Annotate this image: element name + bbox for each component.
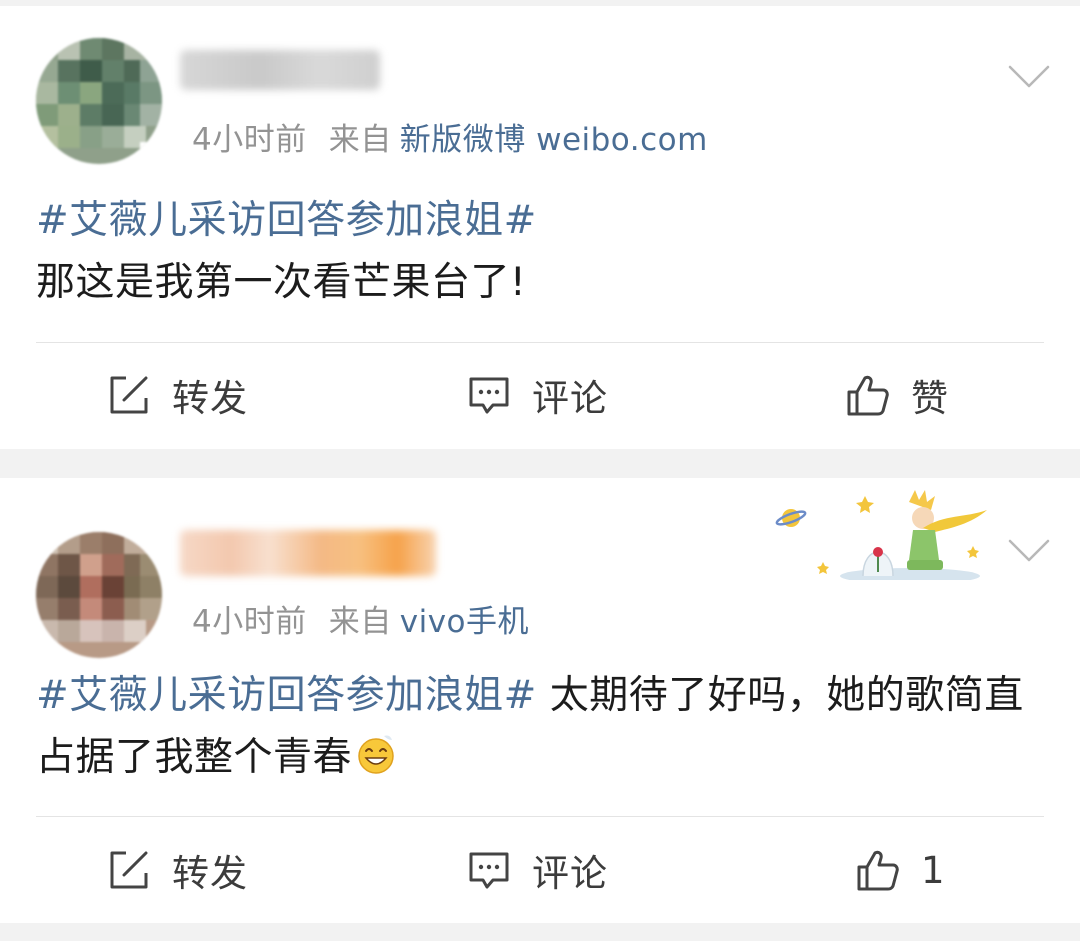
source-link[interactable]: 新版微博 weibo.com bbox=[400, 122, 708, 158]
comment-bubble-icon bbox=[469, 377, 509, 414]
comment-button[interactable]: 评论 bbox=[466, 370, 608, 420]
repost-button[interactable]: 转发 bbox=[106, 370, 248, 420]
chevron-down-icon[interactable] bbox=[1007, 538, 1051, 564]
hashtag-link[interactable]: #艾薇儿采访回答参加浪姐# bbox=[36, 198, 537, 243]
comment-label: 评论 bbox=[532, 377, 608, 420]
post-text: 那这是我第一次看芒果台了! bbox=[36, 260, 527, 305]
avatar[interactable] bbox=[36, 38, 162, 164]
edit-box-icon bbox=[110, 851, 148, 889]
grinning-face-emoji bbox=[358, 735, 394, 774]
source-label: 来自 bbox=[328, 122, 392, 158]
post-card[interactable]: 4小时前 来自 新版微博 weibo.com #艾薇儿采访回答参加浪姐# 那这是我第… bbox=[0, 6, 1080, 449]
source-link[interactable]: vivo手机 bbox=[400, 604, 529, 640]
post-body: #艾薇儿采访回答参加浪姐# 那这是我第一次看芒果台了! bbox=[36, 190, 1046, 314]
post-time: 4小时前 bbox=[192, 122, 307, 158]
post-body: #艾薇儿采访回答参加浪姐# 太期待了好吗，她的歌简直占据了我整个青春 bbox=[36, 665, 1046, 789]
thumbs-up-icon bbox=[857, 850, 899, 891]
post-meta: 4小时前 来自 新版微博 weibo.com bbox=[192, 114, 708, 159]
repost-label: 转发 bbox=[172, 377, 248, 420]
source-label: 来自 bbox=[328, 604, 392, 640]
comment-button[interactable]: 评论 bbox=[466, 845, 608, 895]
post-card[interactable]: 4小时前 来自 vivo手机 #艾薇儿采访回答参加浪姐# 太期待了好吗，她的歌简直占… bbox=[0, 478, 1080, 923]
hashtag-link[interactable]: #艾薇儿采访回答参加浪姐# bbox=[36, 673, 537, 718]
avatar[interactable] bbox=[36, 532, 162, 658]
repost-label: 转发 bbox=[172, 852, 248, 895]
chevron-down-icon[interactable] bbox=[1007, 64, 1051, 90]
like-count: 1 bbox=[921, 848, 946, 892]
repost-button[interactable]: 转发 bbox=[106, 845, 248, 895]
divider bbox=[36, 342, 1044, 343]
feed-gap bbox=[0, 923, 1080, 941]
edit-box-icon bbox=[110, 376, 148, 414]
username[interactable] bbox=[180, 530, 436, 576]
post-meta: 4小时前 来自 vivo手机 bbox=[192, 596, 529, 641]
thumbs-up-icon bbox=[847, 375, 889, 416]
comment-bubble-icon bbox=[469, 852, 509, 889]
like-button[interactable]: 赞 bbox=[845, 370, 949, 420]
decoration-illustration bbox=[775, 490, 987, 580]
divider bbox=[36, 816, 1044, 817]
like-button[interactable]: 1 bbox=[855, 845, 946, 895]
like-label: 赞 bbox=[911, 377, 949, 420]
comment-label: 评论 bbox=[532, 852, 608, 895]
post-time: 4小时前 bbox=[192, 604, 307, 640]
username[interactable] bbox=[180, 50, 380, 90]
